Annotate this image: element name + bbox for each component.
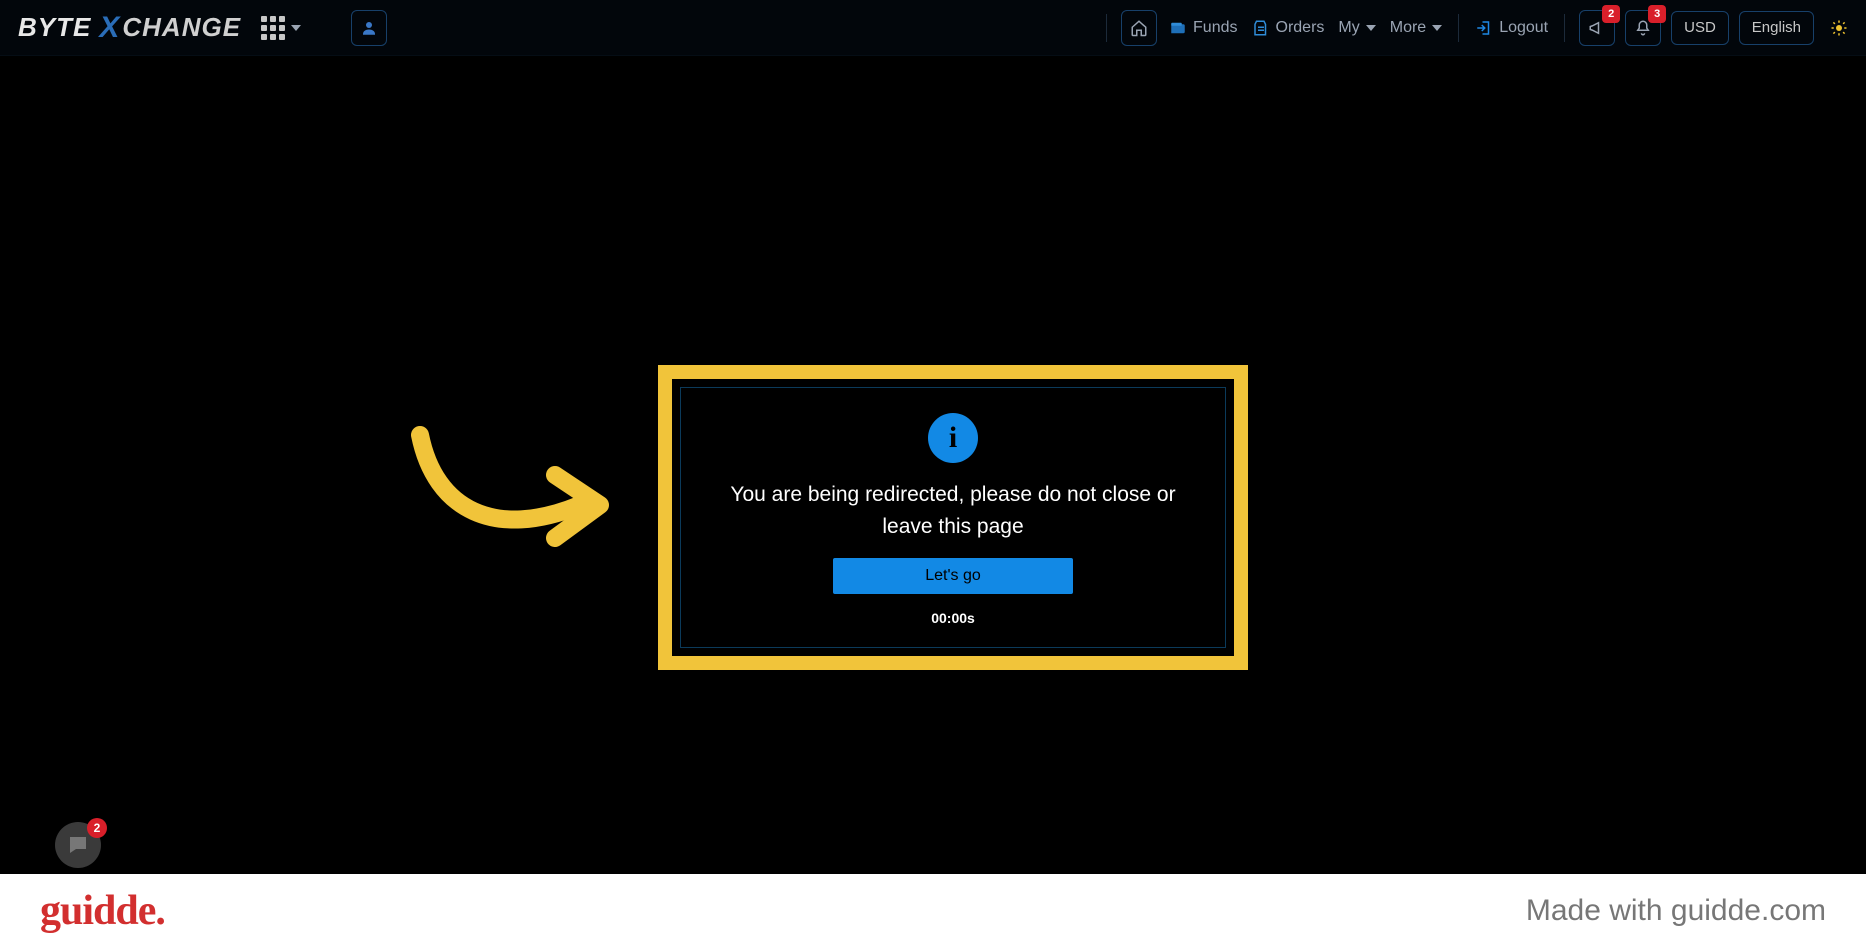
more-menu[interactable]: More (1388, 15, 1444, 41)
chat-widget[interactable]: 2 (55, 822, 101, 868)
brand-x: X (99, 11, 120, 45)
apps-grid-icon (261, 16, 285, 40)
brand-logo[interactable]: BYTE X CHANGE (18, 11, 241, 45)
annotation-arrow (405, 420, 625, 570)
logout-label: Logout (1499, 19, 1548, 37)
my-menu[interactable]: My (1336, 15, 1377, 41)
lets-go-button[interactable]: Let's go (833, 558, 1073, 594)
logout-link[interactable]: Logout (1473, 15, 1550, 41)
language-label: English (1752, 19, 1801, 36)
language-selector[interactable]: English (1739, 11, 1814, 45)
nav-separator (1564, 14, 1565, 42)
top-nav: BYTE X CHANGE (0, 0, 1866, 56)
user-profile-button[interactable] (351, 10, 387, 46)
guidde-footer: guidde. Made with guidde.com (0, 874, 1866, 948)
logout-icon (1475, 19, 1493, 37)
orders-label: Orders (1276, 19, 1325, 37)
modal-message: You are being redirected, please do not … (713, 479, 1193, 542)
modal-timer: 00:00s (931, 610, 975, 626)
chevron-down-icon (1366, 25, 1376, 31)
nav-separator (1106, 14, 1107, 42)
nav-left: BYTE X CHANGE (18, 10, 387, 46)
home-icon (1130, 19, 1148, 37)
currency-selector[interactable]: USD (1671, 11, 1729, 45)
funds-link[interactable]: Funds (1167, 15, 1239, 41)
info-icon: i (928, 413, 978, 463)
theme-toggle[interactable] (1830, 19, 1848, 37)
redirect-modal: i You are being redirected, please do no… (680, 387, 1226, 648)
orders-link[interactable]: Orders (1250, 15, 1327, 41)
chevron-down-icon (291, 25, 301, 31)
chat-badge: 2 (87, 818, 107, 838)
announcements-button[interactable]: 2 (1579, 10, 1615, 46)
chevron-down-icon (1432, 25, 1442, 31)
apps-menu-button[interactable] (259, 12, 303, 44)
highlight-box: i You are being redirected, please do no… (658, 365, 1248, 670)
bell-badge: 3 (1648, 5, 1666, 23)
sun-icon (1830, 19, 1848, 37)
user-icon (360, 19, 378, 37)
brand-rest: CHANGE (122, 12, 241, 43)
announce-badge: 2 (1602, 5, 1620, 23)
brand-byte: BYTE (18, 12, 91, 43)
funds-label: Funds (1193, 19, 1237, 37)
nav-separator (1458, 14, 1459, 42)
currency-label: USD (1684, 19, 1716, 36)
notifications-button[interactable]: 3 (1625, 10, 1661, 46)
guidde-logo: guidde. (40, 887, 165, 935)
chat-icon (66, 833, 90, 857)
more-label: More (1390, 19, 1426, 37)
nav-right: Funds Orders My More Logout (1102, 10, 1848, 46)
wallet-icon (1169, 19, 1187, 37)
orders-icon (1252, 19, 1270, 37)
guidde-tagline: Made with guidde.com (1526, 894, 1826, 928)
home-button[interactable] (1121, 10, 1157, 46)
my-label: My (1338, 19, 1359, 37)
